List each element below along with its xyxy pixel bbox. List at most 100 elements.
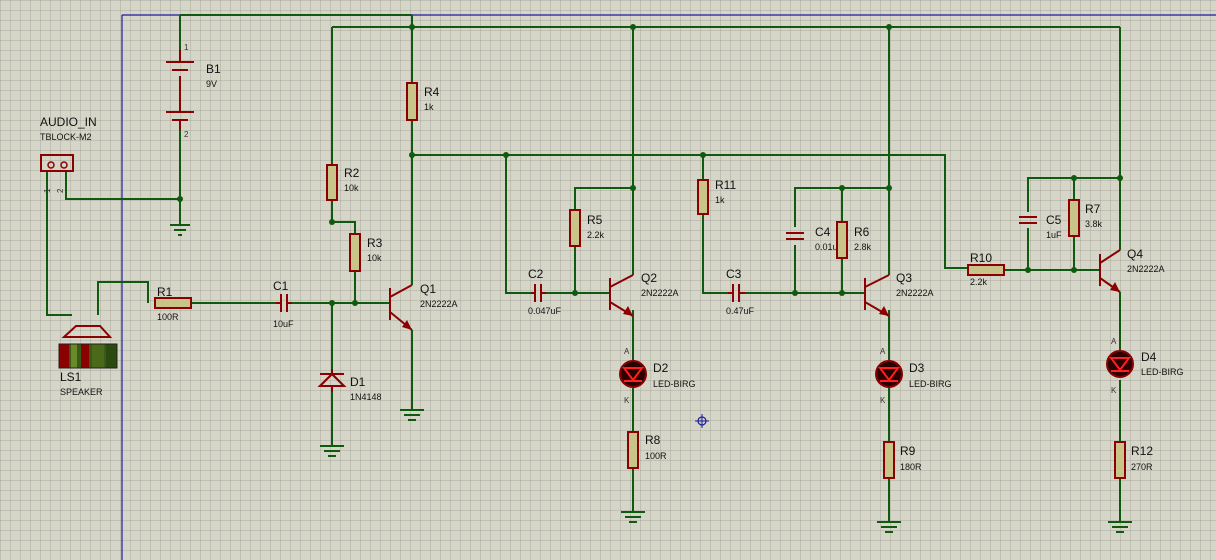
diode-d1[interactable]: D1 1N4148 bbox=[317, 369, 382, 402]
ls1-value: SPEAKER bbox=[60, 387, 103, 397]
q1-ref: Q1 bbox=[420, 282, 436, 296]
r8-ref: R8 bbox=[645, 433, 661, 447]
pin-label: 2 bbox=[184, 130, 189, 139]
led-d2[interactable]: A K D2 LED-BIRG bbox=[619, 347, 696, 405]
c1-ref: C1 bbox=[273, 279, 289, 293]
capacitor-c3[interactable]: C3 0.47uF bbox=[726, 267, 755, 316]
c4-ref: C4 bbox=[815, 225, 831, 239]
d1-ref: D1 bbox=[350, 375, 366, 389]
battery-b1[interactable]: 1 2 B1 9V bbox=[166, 43, 221, 139]
speaker-ls1[interactable]: LS1 SPEAKER bbox=[58, 325, 118, 397]
resistor-r12[interactable]: R12 270R bbox=[1114, 441, 1153, 479]
ground-icon bbox=[1108, 521, 1132, 533]
pin-label: 2 bbox=[56, 188, 65, 193]
r3-value: 10k bbox=[367, 253, 382, 263]
transistor-q3[interactable]: Q3 2N2222A bbox=[864, 271, 934, 317]
r4-ref: R4 bbox=[424, 85, 440, 99]
led-d4[interactable]: A K D4 LED-BIRG bbox=[1106, 337, 1184, 395]
resistor-r3[interactable]: R3 10k bbox=[349, 233, 383, 272]
resistor-r8[interactable]: R8 100R bbox=[627, 431, 667, 469]
d4-value: LED-BIRG bbox=[1141, 367, 1184, 377]
r9-value: 180R bbox=[900, 462, 922, 472]
r5-ref: R5 bbox=[587, 213, 603, 227]
b1-value: 9V bbox=[206, 79, 217, 89]
q3-ref: Q3 bbox=[896, 271, 912, 285]
terminal-audio-in[interactable]: 1 2 AUDIO_IN TBLOCK-M2 bbox=[40, 115, 97, 193]
c4-value: 0.01u bbox=[815, 242, 838, 252]
pin-label: 1 bbox=[43, 188, 52, 193]
ground-icon bbox=[400, 409, 424, 421]
transistor-q4[interactable]: Q4 2N2222A bbox=[1099, 247, 1165, 293]
crosshair-cursor-icon bbox=[695, 414, 709, 428]
capacitor-c4[interactable]: C4 0.01u bbox=[786, 225, 838, 252]
r5-value: 2.2k bbox=[587, 230, 605, 240]
resistor-r11[interactable]: R11 1k bbox=[697, 178, 736, 215]
q3-value: 2N2222A bbox=[896, 288, 934, 298]
r9-ref: R9 bbox=[900, 444, 916, 458]
capacitor-c1[interactable]: C1 10uF bbox=[273, 279, 294, 329]
pin-label: K bbox=[1111, 386, 1117, 395]
ground-icon bbox=[320, 445, 344, 457]
capacitor-c5[interactable]: C5 1uF bbox=[1019, 213, 1062, 240]
r8-value: 100R bbox=[645, 451, 667, 461]
resistor-r5[interactable]: R5 2.2k bbox=[569, 209, 605, 247]
r2-value: 10k bbox=[344, 183, 359, 193]
pin-label: A bbox=[880, 347, 886, 356]
q1-value: 2N2222A bbox=[420, 299, 458, 309]
resistor-r4[interactable]: R4 1k bbox=[406, 82, 440, 121]
r12-value: 270R bbox=[1131, 462, 1153, 472]
pin-label: 1 bbox=[184, 43, 189, 52]
r2-ref: R2 bbox=[344, 166, 360, 180]
r3-ref: R3 bbox=[367, 236, 383, 250]
c3-ref: C3 bbox=[726, 267, 742, 281]
c3-value: 0.47uF bbox=[726, 306, 755, 316]
audio-in-ref: AUDIO_IN bbox=[40, 115, 97, 129]
resistor-r1[interactable]: R1 100R bbox=[154, 285, 192, 322]
ground-icon bbox=[170, 224, 190, 236]
c2-ref: C2 bbox=[528, 267, 544, 281]
pin-label: A bbox=[1111, 337, 1117, 346]
q2-ref: Q2 bbox=[641, 271, 657, 285]
r7-value: 3.8k bbox=[1085, 219, 1103, 229]
d2-ref: D2 bbox=[653, 361, 669, 375]
resistor-r6[interactable]: R6 2.8k bbox=[836, 221, 872, 259]
pin-label: K bbox=[624, 396, 630, 405]
c5-ref: C5 bbox=[1046, 213, 1062, 227]
r4-value: 1k bbox=[424, 102, 434, 112]
r1-ref: R1 bbox=[157, 285, 173, 299]
capacitor-c2[interactable]: C2 0.047uF bbox=[528, 267, 562, 316]
r10-value: 2.2k bbox=[970, 277, 988, 287]
c2-value: 0.047uF bbox=[528, 306, 562, 316]
ground-icon bbox=[877, 521, 901, 533]
d2-value: LED-BIRG bbox=[653, 379, 696, 389]
q2-value: 2N2222A bbox=[641, 288, 679, 298]
pin-label: K bbox=[880, 396, 886, 405]
c1-value: 10uF bbox=[273, 319, 294, 329]
r10-ref: R10 bbox=[970, 251, 992, 265]
r6-value: 2.8k bbox=[854, 242, 872, 252]
r7-ref: R7 bbox=[1085, 202, 1101, 216]
r1-value: 100R bbox=[157, 312, 179, 322]
transistor-q1[interactable]: Q1 2N2222A bbox=[389, 282, 458, 331]
ground-icon bbox=[621, 511, 645, 523]
pin-label: A bbox=[624, 347, 630, 356]
wires bbox=[46, 14, 1121, 522]
d3-value: LED-BIRG bbox=[909, 379, 952, 389]
led-d3[interactable]: A K D3 LED-BIRG bbox=[875, 347, 952, 405]
r6-ref: R6 bbox=[854, 225, 870, 239]
d1-value: 1N4148 bbox=[350, 392, 382, 402]
resistor-r2[interactable]: R2 10k bbox=[326, 164, 360, 201]
r12-ref: R12 bbox=[1131, 444, 1153, 458]
r11-value: 1k bbox=[715, 195, 725, 205]
d3-ref: D3 bbox=[909, 361, 925, 375]
resistor-r7[interactable]: R7 3.8k bbox=[1068, 199, 1103, 237]
d4-ref: D4 bbox=[1141, 350, 1157, 364]
ls1-ref: LS1 bbox=[60, 370, 82, 384]
audio-in-value: TBLOCK-M2 bbox=[40, 132, 92, 142]
transistor-q2[interactable]: Q2 2N2222A bbox=[609, 271, 679, 317]
resistor-r9[interactable]: R9 180R bbox=[883, 441, 922, 479]
resistor-r10[interactable]: R10 2.2k bbox=[967, 251, 1005, 287]
r11-ref: R11 bbox=[715, 178, 736, 192]
schematic-canvas: 1 2 B1 9V 1 2 AUDIO_IN TBLOCK-M2 LS1 SPE… bbox=[40, 14, 1216, 560]
schematic-sheet: 1 2 B1 9V 1 2 AUDIO_IN TBLOCK-M2 LS1 SPE… bbox=[0, 0, 1216, 560]
